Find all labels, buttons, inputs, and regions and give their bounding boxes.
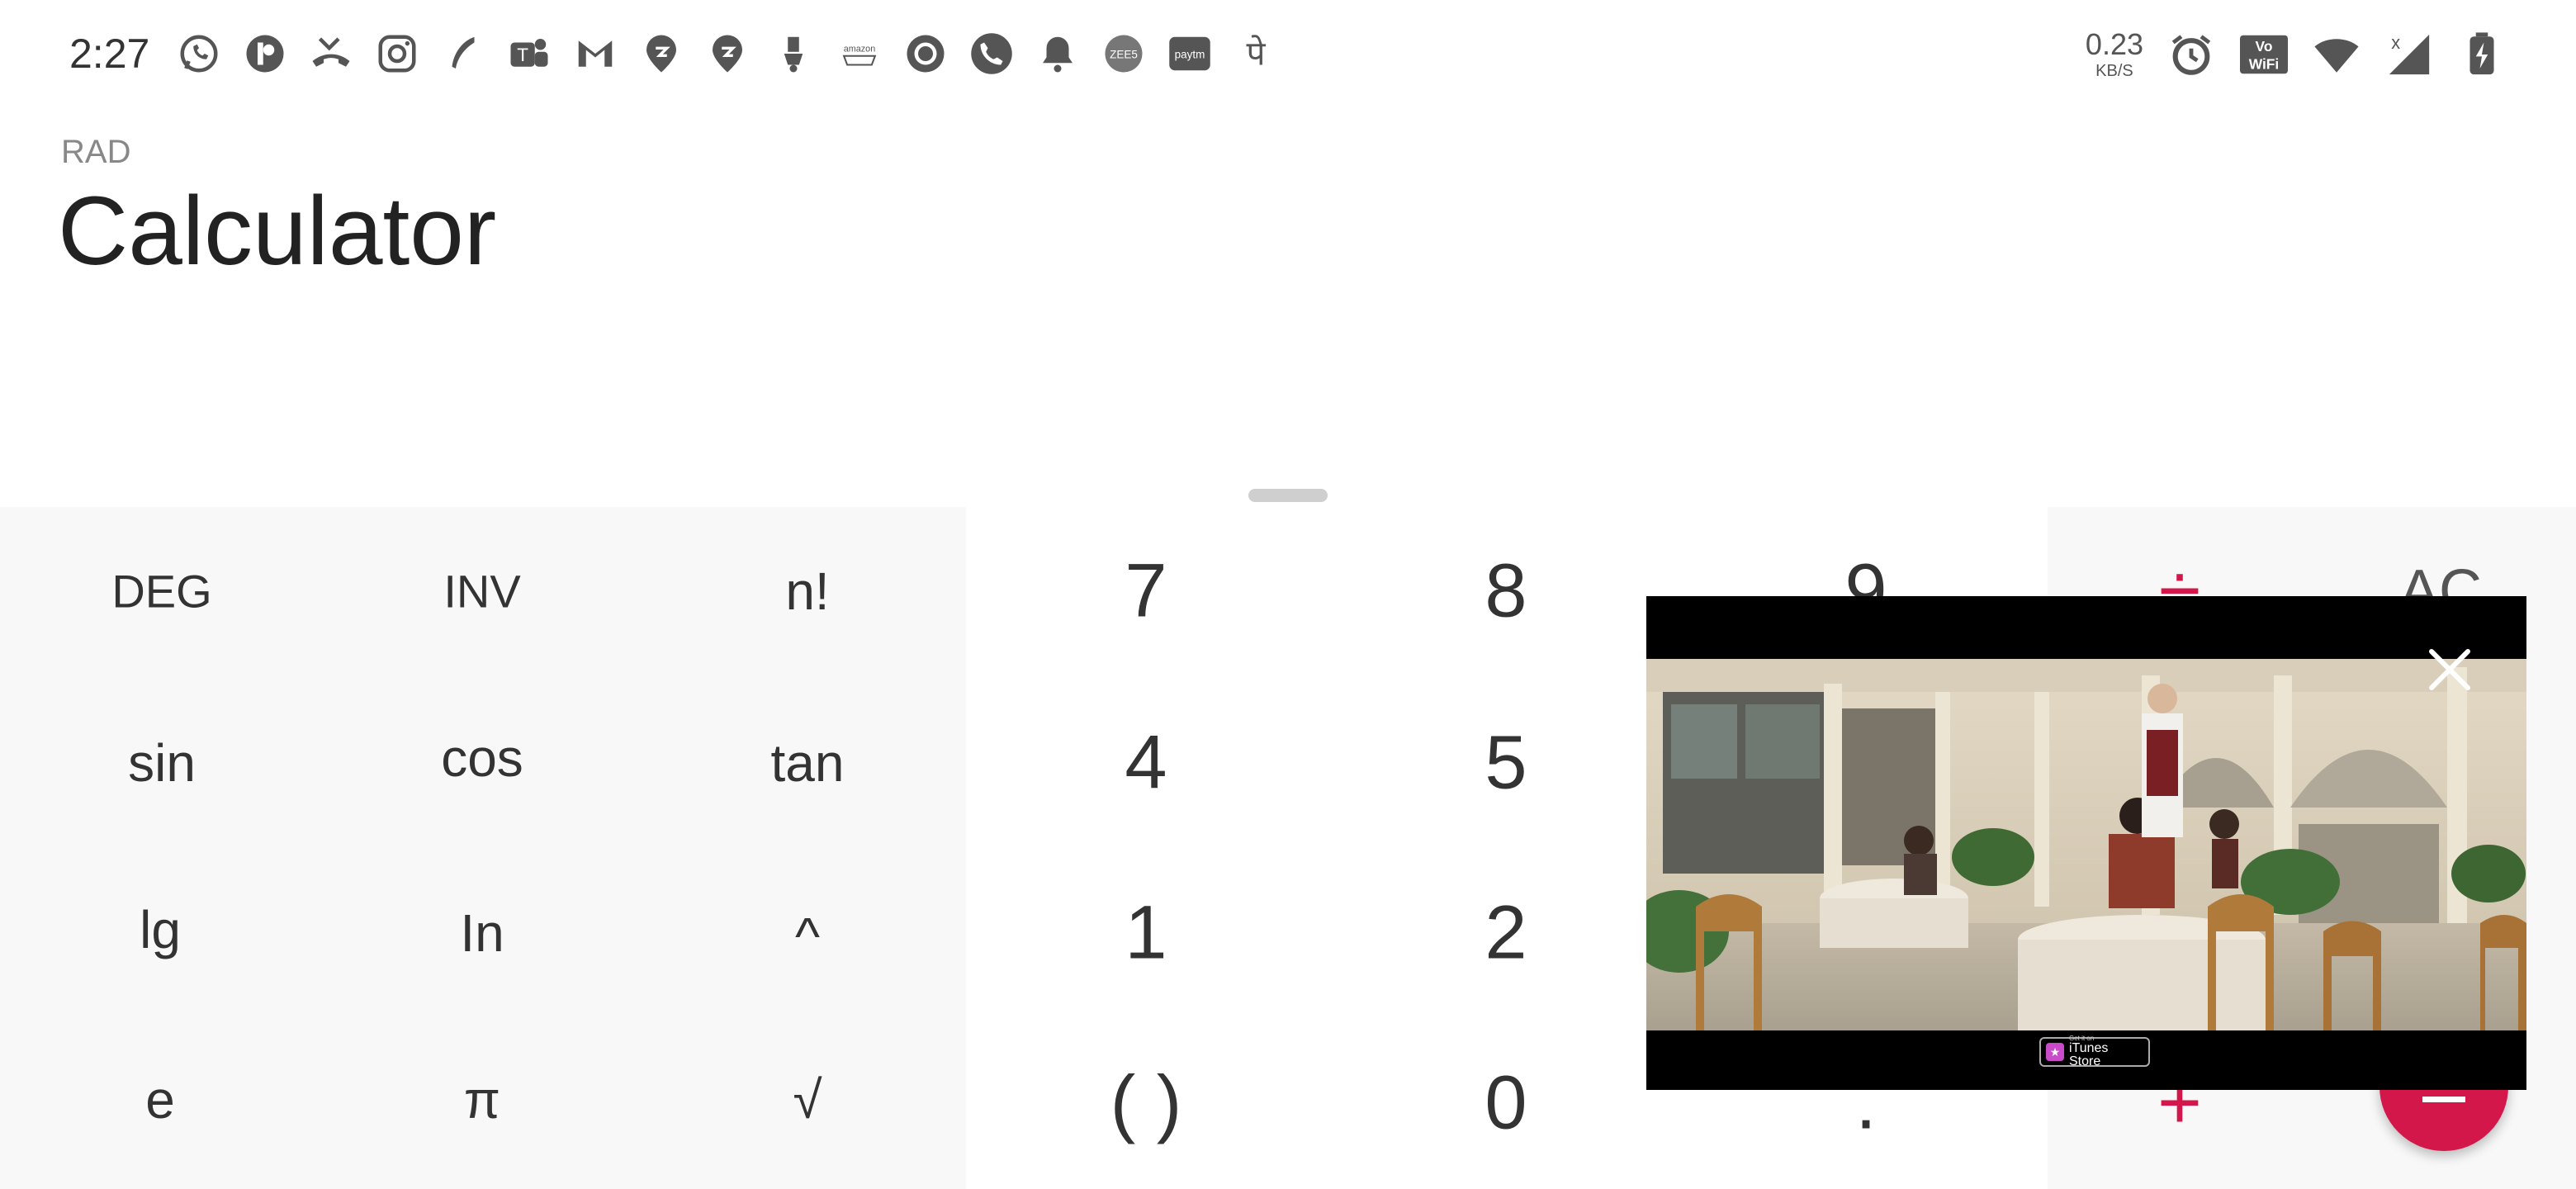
digit-5-key[interactable]: 5 <box>1485 720 1527 807</box>
amazon-icon: amazon <box>836 30 883 78</box>
sin-key[interactable]: sin <box>128 732 196 793</box>
teams-icon: T <box>505 30 553 78</box>
sqrt-key[interactable]: √ <box>793 1069 822 1130</box>
svg-text:x: x <box>2391 32 2400 53</box>
power-key[interactable]: ^ <box>795 906 820 967</box>
whatsapp-icon <box>175 30 223 78</box>
svg-text:paytm: paytm <box>1175 49 1205 61</box>
drag-handle[interactable] <box>1248 489 1328 502</box>
swiggy-icon <box>703 30 751 78</box>
svg-text:T: T <box>517 45 528 65</box>
pi-key[interactable]: π <box>464 1069 500 1130</box>
tan-key[interactable]: tan <box>771 732 845 793</box>
svg-text:पे: पे <box>1246 34 1266 73</box>
app-icon <box>241 30 289 78</box>
digit-1-key[interactable]: 1 <box>1125 890 1167 977</box>
notification-icons: T amazon ZEE5 paytm पे <box>175 30 1280 78</box>
vowifi-icon: Vo WiFi <box>2239 30 2289 79</box>
ln-key[interactable]: In <box>460 902 504 964</box>
delivery-icon <box>769 30 817 78</box>
factorial-key[interactable]: n! <box>785 561 829 622</box>
app-feather-icon <box>439 30 487 78</box>
instagram-icon <box>373 30 421 78</box>
svg-text:ZEE5: ZEE5 <box>1110 49 1138 61</box>
gmail-icon <box>571 30 619 78</box>
missed-call-icon <box>307 30 355 78</box>
signal-icon: x <box>2384 30 2434 79</box>
digit-4-key[interactable]: 4 <box>1125 720 1167 807</box>
scientific-keypad: DEG INV n! sin cos tan lg In ^ e π √ <box>0 507 966 1189</box>
video-frame <box>1646 659 2526 1030</box>
itunes-store-badge[interactable]: ★ Get it on iTunes Store <box>2039 1035 2150 1068</box>
battery-charging-icon <box>2457 30 2507 79</box>
lg-key[interactable]: lg <box>140 899 181 960</box>
angle-mode-indicator: RAD <box>61 134 131 170</box>
paytm-icon: paytm <box>1166 30 1214 78</box>
e-key[interactable]: e <box>145 1069 175 1130</box>
circle-app-icon <box>902 30 949 78</box>
inv-key[interactable]: INV <box>443 565 520 618</box>
swiggy-icon <box>637 30 685 78</box>
svg-text:WiFi: WiFi <box>2249 55 2280 72</box>
bell-icon <box>1034 30 1082 78</box>
cos-key[interactable]: cos <box>441 727 523 789</box>
digit-0-key[interactable]: 0 <box>1485 1060 1527 1147</box>
deg-key[interactable]: DEG <box>111 565 211 618</box>
digit-8-key[interactable]: 8 <box>1485 548 1527 635</box>
parentheses-key[interactable]: ( ) <box>1110 1060 1182 1147</box>
zee5-icon: ZEE5 <box>1100 30 1148 78</box>
itunes-icon: ★ <box>2046 1043 2064 1061</box>
calculator-display: Calculator <box>58 177 497 286</box>
svg-text:amazon: amazon <box>844 44 875 54</box>
close-video-button[interactable] <box>2422 642 2477 697</box>
network-speed: 0.23 KB/S <box>2085 27 2143 80</box>
phonepe-icon: पे <box>1232 30 1280 78</box>
floating-video-player[interactable]: ★ Get it on iTunes Store <box>1646 596 2526 1090</box>
status-bar: 2:27 T amazon ZEE5 paytm पे 0.23 KB/S Vo… <box>0 0 2576 112</box>
alarm-icon <box>2166 30 2216 79</box>
phone-icon <box>968 30 1016 78</box>
close-icon <box>2429 649 2470 690</box>
system-icons: 0.23 KB/S Vo WiFi x <box>2086 30 2507 79</box>
wifi-icon <box>2312 30 2361 79</box>
digit-7-key[interactable]: 7 <box>1125 548 1167 635</box>
status-time: 2:27 <box>69 31 150 77</box>
svg-text:Vo: Vo <box>2256 38 2273 54</box>
digit-2-key[interactable]: 2 <box>1485 890 1527 977</box>
